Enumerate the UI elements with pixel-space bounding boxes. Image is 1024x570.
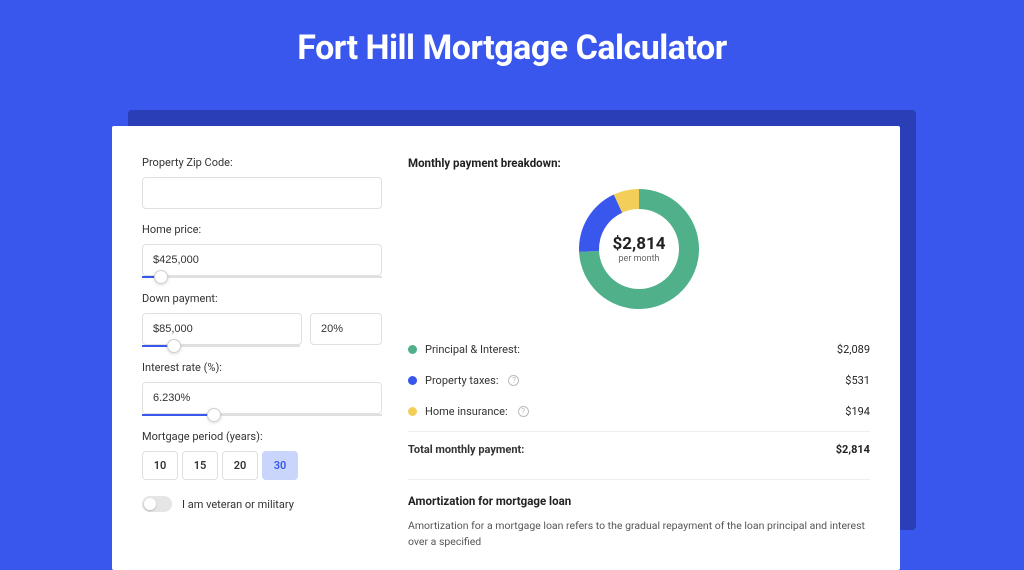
home-price-field-group: Home price: xyxy=(142,223,382,278)
page-title: Fort Hill Mortgage Calculator xyxy=(0,0,1024,90)
donut-chart: $2,814 per month xyxy=(574,184,704,314)
interest-rate-input[interactable] xyxy=(142,382,382,414)
legend-dot xyxy=(408,345,417,354)
down-payment-field-group: Down payment: xyxy=(142,292,382,347)
legend-dot xyxy=(408,376,417,385)
home-price-slider-thumb[interactable] xyxy=(154,270,168,284)
period-option-30[interactable]: 30 xyxy=(262,451,298,480)
legend-dot xyxy=(408,407,417,416)
legend-row: Principal & Interest: $2,089 xyxy=(408,334,870,365)
breakdown-column: Monthly payment breakdown: $2,814 per mo… xyxy=(408,156,870,550)
info-icon[interactable]: ? xyxy=(508,375,519,386)
veteran-toggle-knob xyxy=(144,498,156,510)
legend: Principal & Interest: $2,089 Property taxe… xyxy=(408,334,870,427)
interest-rate-label: Interest rate (%): xyxy=(142,361,382,374)
home-price-slider[interactable] xyxy=(142,276,382,278)
interest-rate-slider-fill xyxy=(142,414,214,416)
legend-total-label: Total monthly payment: xyxy=(408,443,524,456)
down-payment-amount-input[interactable] xyxy=(142,313,302,345)
down-payment-slider[interactable] xyxy=(142,345,300,347)
period-option-20[interactable]: 20 xyxy=(222,451,258,480)
donut-amount: $2,814 xyxy=(613,234,666,254)
legend-value: $531 xyxy=(845,374,870,387)
interest-rate-slider-thumb[interactable] xyxy=(207,408,221,422)
down-payment-label: Down payment: xyxy=(142,292,382,305)
down-payment-percent-input[interactable] xyxy=(310,313,382,345)
breakdown-title: Monthly payment breakdown: xyxy=(408,156,870,170)
period-option-10[interactable]: 10 xyxy=(142,451,178,480)
amortization-title: Amortization for mortgage loan xyxy=(408,494,870,508)
amortization-section: Amortization for mortgage loan Amortizat… xyxy=(408,479,870,550)
form-column: Property Zip Code: Home price: Down paym… xyxy=(142,156,382,550)
legend-label: Home insurance: xyxy=(425,405,508,418)
period-option-15[interactable]: 15 xyxy=(182,451,218,480)
veteran-toggle-row: I am veteran or military xyxy=(142,496,382,512)
home-price-label: Home price: xyxy=(142,223,382,236)
donut-sub: per month xyxy=(613,254,666,264)
donut-chart-wrap: $2,814 per month xyxy=(408,184,870,314)
period-label: Mortgage period (years): xyxy=(142,430,382,443)
interest-rate-slider[interactable] xyxy=(142,414,382,416)
veteran-toggle-label: I am veteran or military xyxy=(182,498,294,511)
legend-label: Property taxes: xyxy=(425,374,498,387)
legend-row: Property taxes:? $531 xyxy=(408,365,870,396)
legend-total-value: $2,814 xyxy=(836,443,870,456)
interest-rate-field-group: Interest rate (%): xyxy=(142,361,382,416)
zip-field-group: Property Zip Code: xyxy=(142,156,382,209)
zip-label: Property Zip Code: xyxy=(142,156,382,169)
veteran-toggle[interactable] xyxy=(142,496,172,512)
info-icon[interactable]: ? xyxy=(518,406,529,417)
period-field-group: Mortgage period (years): 10152030 xyxy=(142,430,382,480)
down-payment-slider-thumb[interactable] xyxy=(167,339,181,353)
legend-value: $2,089 xyxy=(837,343,870,356)
legend-value: $194 xyxy=(845,405,870,418)
legend-total-row: Total monthly payment: $2,814 xyxy=(408,431,870,465)
donut-center: $2,814 per month xyxy=(613,234,666,264)
legend-label: Principal & Interest: xyxy=(425,343,520,356)
period-options: 10152030 xyxy=(142,451,382,480)
zip-input[interactable] xyxy=(142,177,382,209)
legend-row: Home insurance:? $194 xyxy=(408,396,870,427)
home-price-input[interactable] xyxy=(142,244,382,276)
amortization-text: Amortization for a mortgage loan refers … xyxy=(408,518,870,550)
calculator-card: Property Zip Code: Home price: Down paym… xyxy=(112,126,900,570)
